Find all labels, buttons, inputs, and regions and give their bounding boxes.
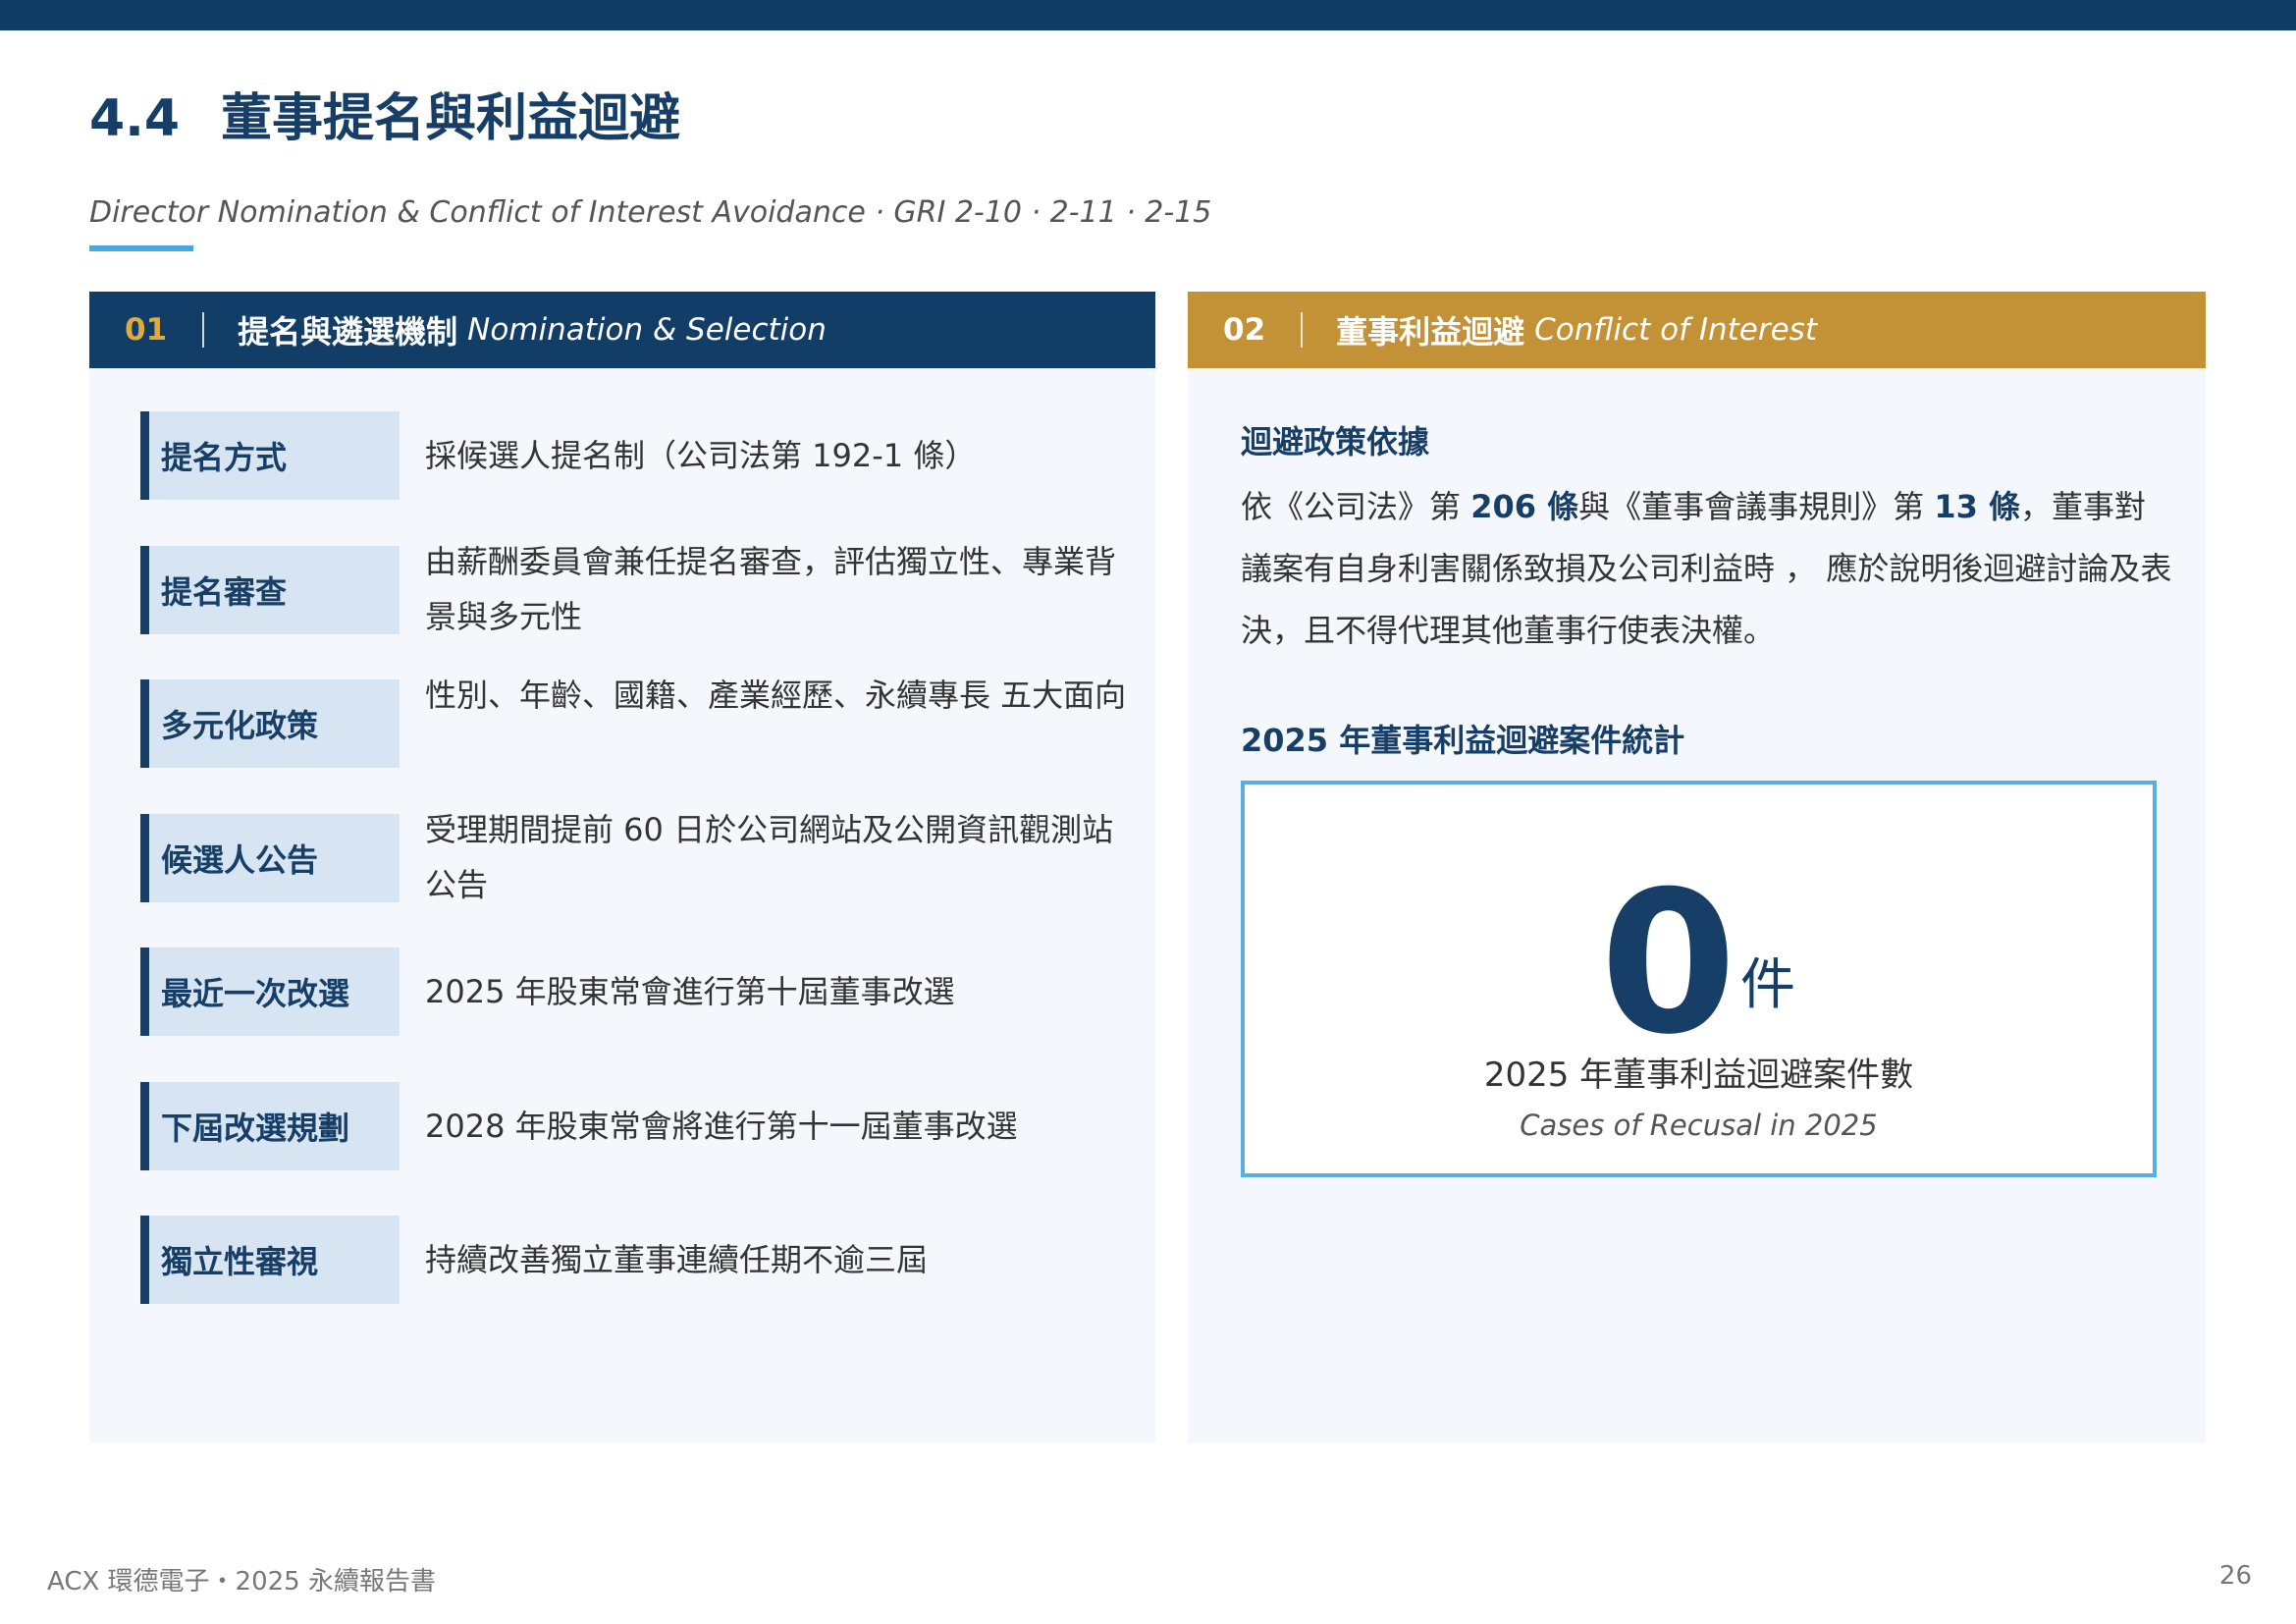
list-item: 候選人公告 受理期間提前 60 日於公司網站及公開資訊觀測站公告 [140, 811, 1142, 903]
row-value: 由薪酬委員會兼任提名審查，評估獨立性、專業背景與多元性 [425, 543, 1117, 635]
policy-text: 依《公司法》第 206 條與《董事會議事規則》第 13 條，董事對議案有自身利害… [1241, 476, 2173, 662]
header-divider [1301, 312, 1304, 348]
page-number: 26 [2218, 1561, 2252, 1591]
header-divider [202, 312, 205, 348]
policy-text-part: 依《公司法》第 [1241, 488, 1471, 525]
stats-heading: 2025 年董事利益迴避案件統計 [1241, 722, 1685, 759]
conflict-panel-header: 02 董事利益迴避 Conflict of Interest [1188, 292, 2206, 368]
conflict-panel: 02 董事利益迴避 Conflict of Interest 迴避政策依據 依《… [1188, 292, 2206, 1443]
page-title: 4.4 董事提名與利益迴避 [89, 84, 680, 153]
top-bar [0, 0, 2296, 30]
subtitle-underline [89, 245, 193, 251]
nomination-panel: 01 提名與遴選機制 Nomination & Selection 提名方式 採… [89, 292, 1155, 1443]
row-label: 候選人公告 [140, 814, 400, 902]
row-label: 最近一次改選 [140, 947, 400, 1036]
row-label: 下屆改選規劃 [140, 1082, 400, 1170]
list-item: 提名審查 由薪酬委員會兼任提名審查，評估獨立性、專業背景與多元性 [140, 543, 1142, 635]
stat-label-zh: 2025 年董事利益迴避案件數 [1483, 1056, 1914, 1095]
section-title: 董事提名與利益迴避 [221, 89, 681, 148]
panel-title-en: Nomination & Selection [467, 312, 827, 348]
panel-title-zh: 董事利益迴避 [1336, 313, 1525, 351]
policy-text-part: 與《董事會議事規則》第 [1578, 488, 1935, 525]
row-value: 採候選人提名制（公司法第 192-1 條） [425, 436, 977, 474]
recusal-count: 0 [1600, 849, 1737, 1078]
row-value: 持續改善獨立董事連續任期不逾三屆 [425, 1240, 929, 1278]
row-label: 提名審查 [140, 546, 400, 634]
row-value: 2025 年股東常會進行第十屆董事改選 [425, 972, 955, 1010]
section-number: 4.4 [89, 89, 181, 148]
row-label: 獨立性審視 [140, 1216, 400, 1304]
policy-heading: 迴避政策依據 [1241, 423, 1430, 460]
list-item: 提名方式 採候選人提名制（公司法第 192-1 條） [140, 411, 1142, 500]
article-13: 13 條 [1934, 488, 2021, 525]
stat-label-en: Cases of Recusal in 2025 [1520, 1109, 1878, 1142]
page-subtitle: Director Nomination & Conflict of Intere… [89, 195, 1212, 230]
list-item: 獨立性審視 持續改善獨立董事連續任期不逾三屆 [140, 1216, 1142, 1304]
panel-title-en: Conflict of Interest [1534, 312, 1817, 348]
recusal-stat-card: 0 件 2025 年董事利益迴避案件數 Cases of Recusal in … [1241, 781, 2157, 1177]
row-label: 多元化政策 [140, 679, 400, 768]
recusal-unit: 件 [1740, 953, 1795, 1017]
article-206: 206 條 [1470, 488, 1579, 525]
list-item: 下屆改選規劃 2028 年股東常會將進行第十一屆董事改選 [140, 1082, 1142, 1170]
row-label: 提名方式 [140, 411, 400, 500]
footer-report-name: ACX 環德電子・2025 永續報告書 [47, 1567, 436, 1597]
panel-number: 02 [1223, 312, 1266, 348]
list-item: 多元化政策 性別、年齡、國籍、產業經歷、永續專長 五大面向 [140, 677, 1142, 768]
row-value: 性別、年齡、國籍、產業經歷、永續專長 五大面向 [425, 677, 1127, 714]
nomination-panel-header: 01 提名與遴選機制 Nomination & Selection [89, 292, 1155, 368]
panel-title-zh: 提名與遴選機制 [238, 313, 458, 351]
row-value: 受理期間提前 60 日於公司網站及公開資訊觀測站公告 [425, 811, 1114, 903]
list-item: 最近一次改選 2025 年股東常會進行第十屆董事改選 [140, 947, 1142, 1036]
row-value: 2028 年股東常會將進行第十一屆董事改選 [425, 1107, 1018, 1145]
panel-number: 01 [125, 312, 168, 348]
